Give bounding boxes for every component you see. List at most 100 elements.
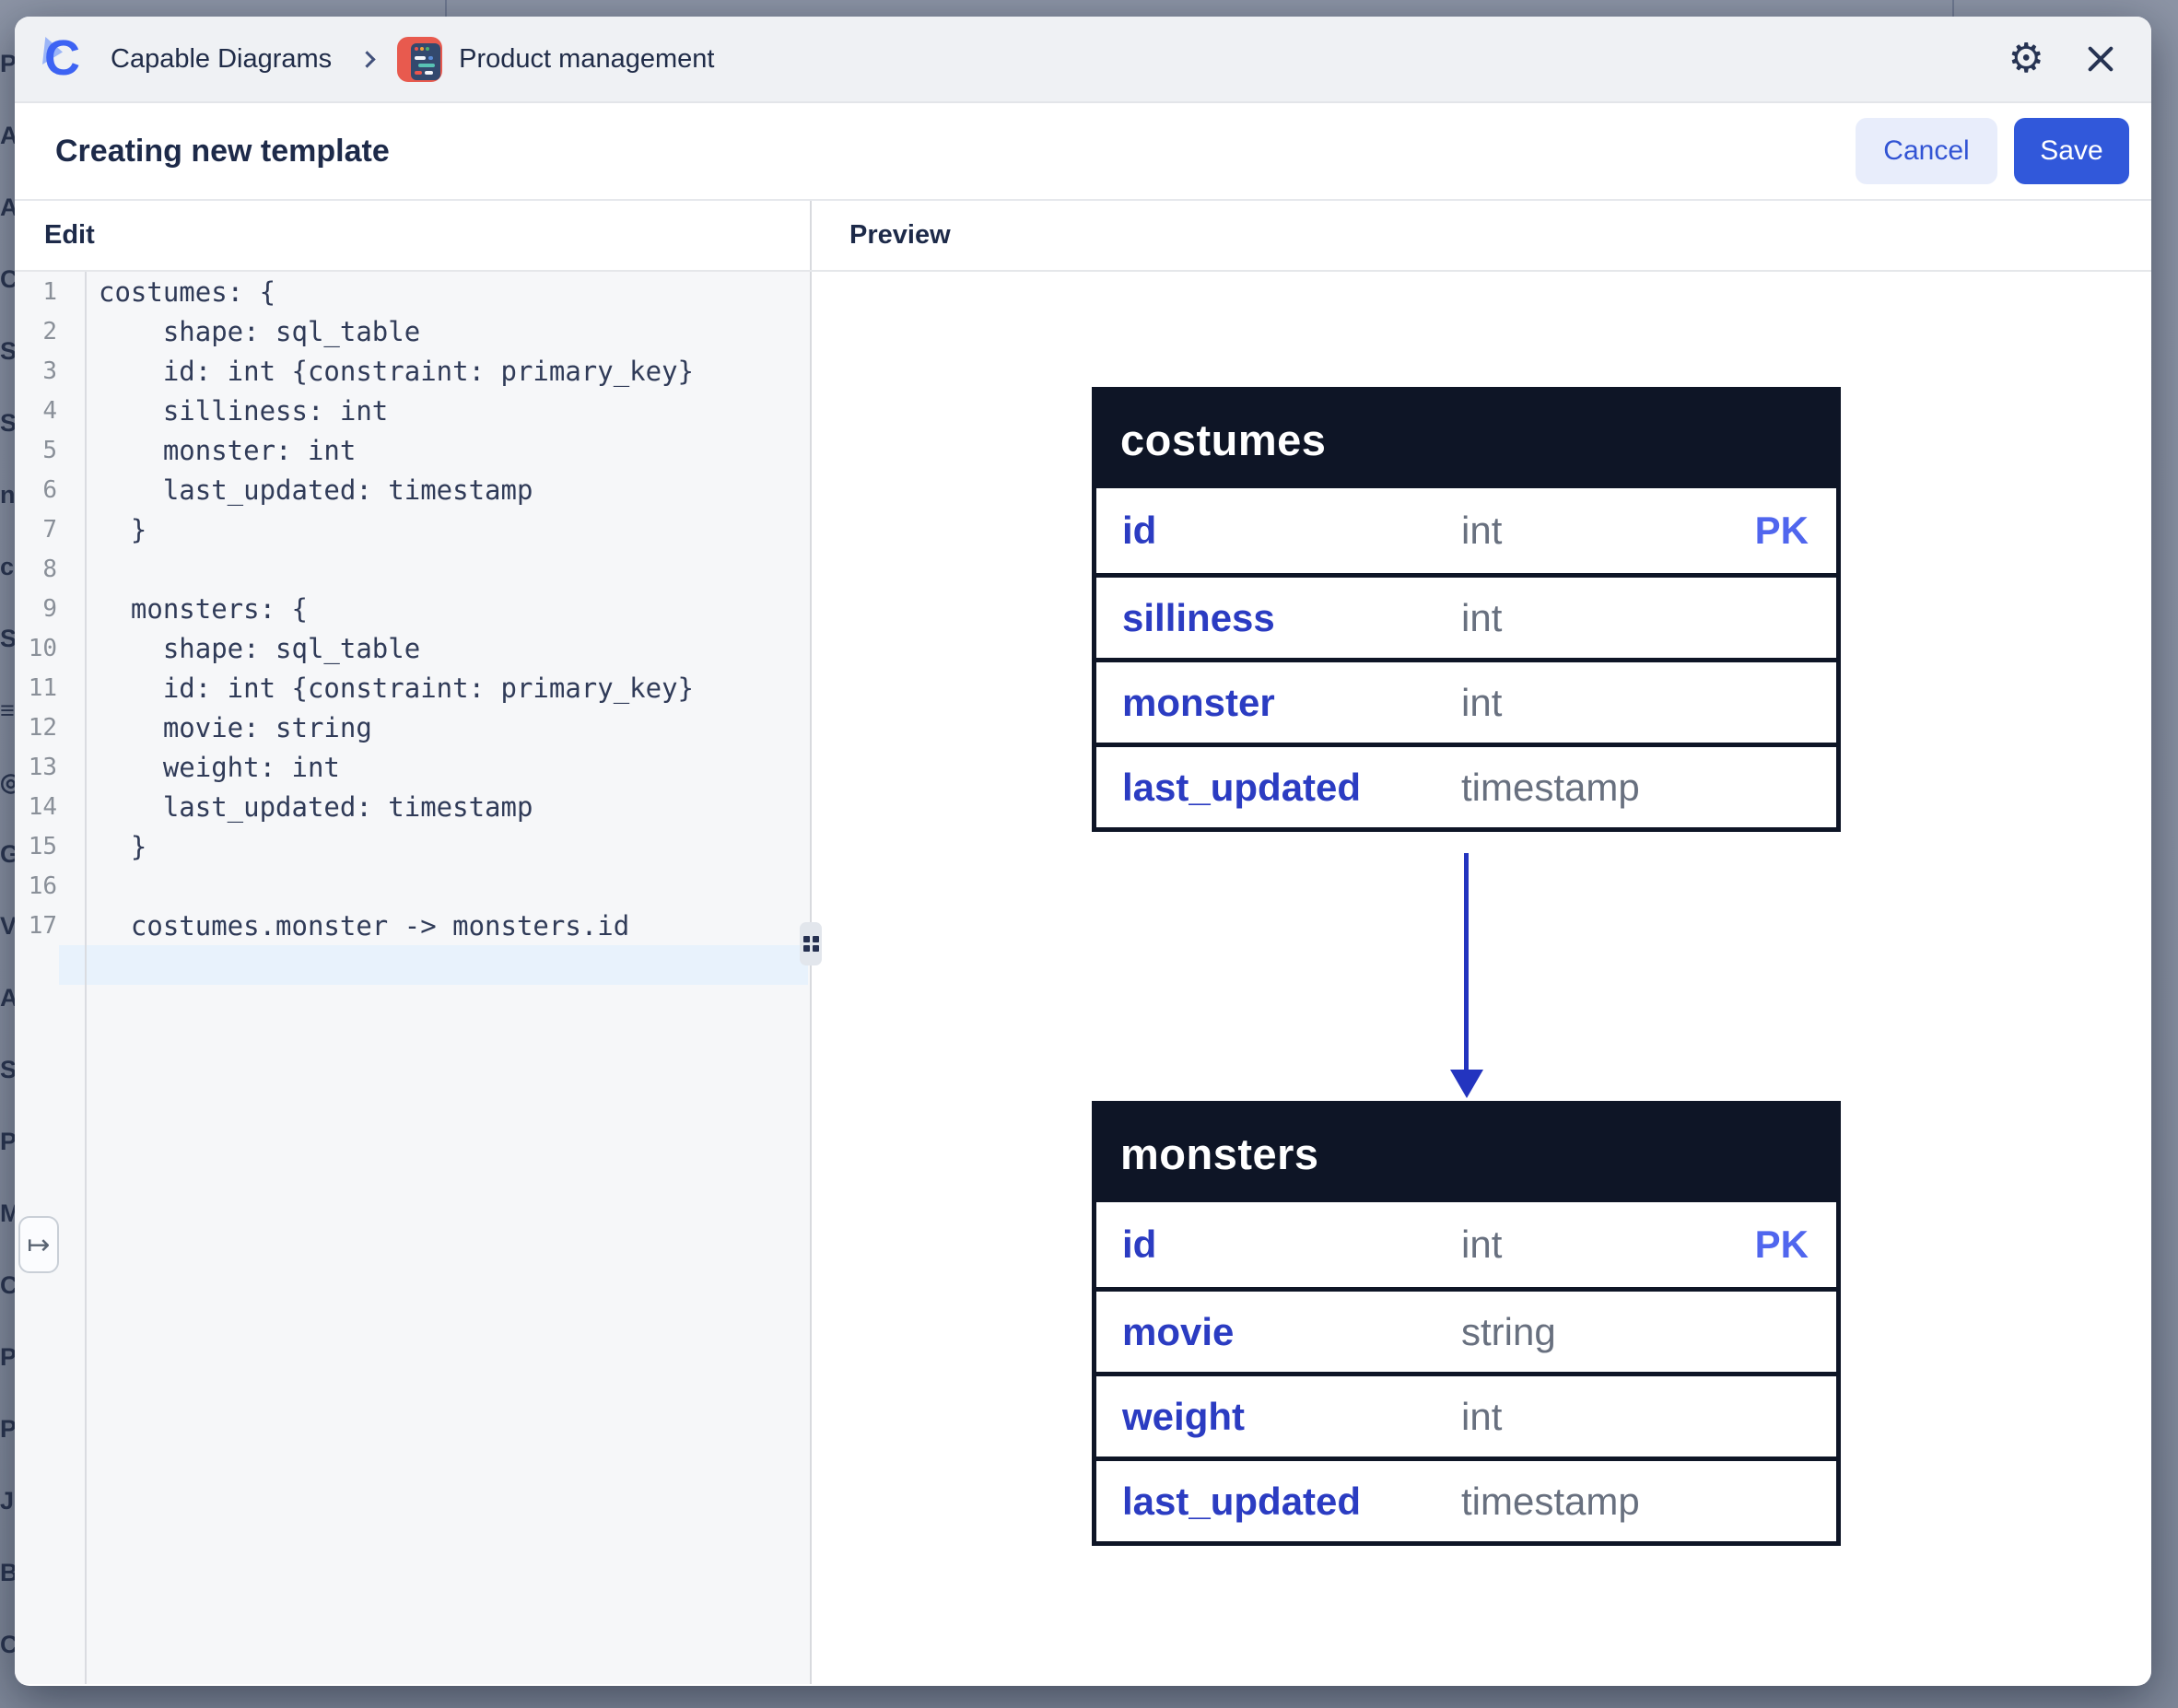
settings-gear-icon[interactable]: ⚙ xyxy=(2008,39,2044,79)
code-line: 4 silliness: int xyxy=(15,391,810,430)
background-divider xyxy=(445,0,447,17)
code-text: monster: int xyxy=(99,435,356,466)
column-type: int xyxy=(1461,596,1809,640)
code-text: shape: sql_table xyxy=(99,316,420,347)
expand-sidebar-button[interactable]: ↦ xyxy=(18,1216,59,1273)
edit-pane-label: Edit xyxy=(44,220,95,251)
line-number: 15 xyxy=(15,833,57,860)
column-name: last_updated xyxy=(1122,1480,1461,1524)
code-line: 1 costumes: { xyxy=(15,272,810,311)
background-sidebar-item: Go xyxy=(0,818,16,890)
chevron-right-icon xyxy=(358,51,375,67)
line-number: 5 xyxy=(15,437,57,464)
background-sidebar-item: Co xyxy=(0,243,16,315)
primary-key-badge: PK xyxy=(1755,509,1809,553)
page-title: Creating new template xyxy=(55,134,390,170)
code-text: weight: int xyxy=(99,752,340,783)
column-type: timestamp xyxy=(1461,1480,1809,1524)
active-line-highlight xyxy=(59,945,808,985)
table-row: silliness int xyxy=(1096,573,1836,658)
background-sidebar-item: Sp xyxy=(0,315,16,387)
code-line: 14 last_updated: timestamp xyxy=(15,787,810,826)
code-line: 8 xyxy=(15,549,810,589)
table-row: id int PK xyxy=(1096,488,1836,573)
line-number: 4 xyxy=(15,397,57,425)
code-line: 15 } xyxy=(15,826,810,866)
table-row: weight int xyxy=(1096,1372,1836,1456)
code-line: 10 shape: sql_table xyxy=(15,628,810,668)
background-sidebar-item: SH xyxy=(0,387,16,459)
background-sidebar-item: Vi xyxy=(0,890,16,962)
code-text: shape: sql_table xyxy=(99,633,420,664)
column-name: weight xyxy=(1122,1395,1461,1439)
breadcrumb-page-name[interactable]: Product management xyxy=(459,44,714,75)
capable-diagrams-logo-icon: C xyxy=(42,33,88,85)
column-name: movie xyxy=(1122,1310,1461,1354)
code-editor[interactable]: 1 costumes: { 2 shape: sql_table 3 id: i… xyxy=(15,272,810,1684)
background-sidebar-item: Cl xyxy=(0,1249,16,1321)
table-title: costumes xyxy=(1096,392,1836,488)
column-name: monster xyxy=(1122,681,1461,725)
background-sidebar-item: Ar xyxy=(0,962,16,1034)
column-type: int xyxy=(1461,509,1755,553)
background-sidebar-item: M xyxy=(0,1177,16,1249)
column-type: int xyxy=(1461,1395,1809,1439)
code-text: costumes: { xyxy=(99,276,275,308)
table-row: last_updated timestamp xyxy=(1096,743,1836,827)
column-name: id xyxy=(1122,1223,1461,1267)
line-number: 14 xyxy=(15,793,57,821)
background-sidebar-item: nc xyxy=(0,459,16,531)
background-sidebar-fragments: Pr Al Ar Co Sp SH nc co Se ≡ ◎ Go Vi Ar … xyxy=(0,28,16,1680)
code-text: costumes.monster -> monsters.id xyxy=(99,910,629,942)
pane-resize-handle[interactable] xyxy=(800,922,822,965)
background-sidebar-item: Se xyxy=(0,1034,16,1106)
preview-pane-label: Preview xyxy=(849,220,951,251)
background-sidebar-item: ≡ xyxy=(0,674,16,746)
table-row: movie string xyxy=(1096,1287,1836,1372)
background-sidebar-item: Ar xyxy=(0,171,16,243)
column-type: timestamp xyxy=(1461,766,1809,810)
line-number: 9 xyxy=(15,595,57,623)
close-icon[interactable] xyxy=(2085,43,2116,75)
line-number: 13 xyxy=(15,754,57,781)
save-button[interactable]: Save xyxy=(2014,118,2129,184)
table-row: last_updated timestamp xyxy=(1096,1456,1836,1541)
cancel-button[interactable]: Cancel xyxy=(1856,118,1997,184)
column-name: id xyxy=(1122,509,1461,553)
bar-arrow-right-icon: ↦ xyxy=(27,1229,50,1261)
line-number: 17 xyxy=(15,912,57,940)
background-sidebar-item: Pr xyxy=(0,28,16,99)
background-sidebar-item: Pr xyxy=(0,1393,16,1465)
background-sidebar-item: Se xyxy=(0,602,16,674)
background-sidebar-item: ◎ xyxy=(0,746,16,818)
code-line: 6 last_updated: timestamp xyxy=(15,470,810,509)
breadcrumb-bar: C Capable Diagrams Product management ⚙ xyxy=(15,17,2151,103)
code-text: last_updated: timestamp xyxy=(99,474,533,506)
line-number: 6 xyxy=(15,476,57,504)
line-number: 2 xyxy=(15,318,57,345)
sql-table-costumes: costumes id int PK silliness int xyxy=(1092,387,1841,832)
code-text: id: int {constraint: primary_key} xyxy=(99,673,694,704)
sql-table-monsters: monsters id int PK movie string xyxy=(1092,1101,1841,1546)
line-number: 11 xyxy=(15,674,57,702)
column-type: int xyxy=(1461,1223,1755,1267)
table-row: monster int xyxy=(1096,658,1836,743)
background-sidebar-item: Pr xyxy=(0,1106,16,1177)
line-number: 8 xyxy=(15,556,57,583)
code-line: 3 id: int {constraint: primary_key} xyxy=(15,351,810,391)
breadcrumb-app-name[interactable]: Capable Diagrams xyxy=(111,44,332,75)
code-line: 2 shape: sql_table xyxy=(15,311,810,351)
title-bar: Creating new template Cancel Save xyxy=(15,103,2151,201)
code-text: silliness: int xyxy=(99,395,388,427)
background-sidebar-item: co xyxy=(0,531,16,602)
code-text: monsters: { xyxy=(99,593,308,625)
background-sidebar-item: Al xyxy=(0,99,16,171)
code-text: last_updated: timestamp xyxy=(99,791,533,823)
relation-arrow-head xyxy=(1450,1070,1483,1098)
table-row: id int PK xyxy=(1096,1202,1836,1287)
code-line: 11 id: int {constraint: primary_key} xyxy=(15,668,810,708)
line-number: 10 xyxy=(15,635,57,662)
code-text: movie: string xyxy=(99,712,372,743)
column-type: int xyxy=(1461,681,1809,725)
code-line: 17 costumes.monster -> monsters.id xyxy=(15,906,810,945)
